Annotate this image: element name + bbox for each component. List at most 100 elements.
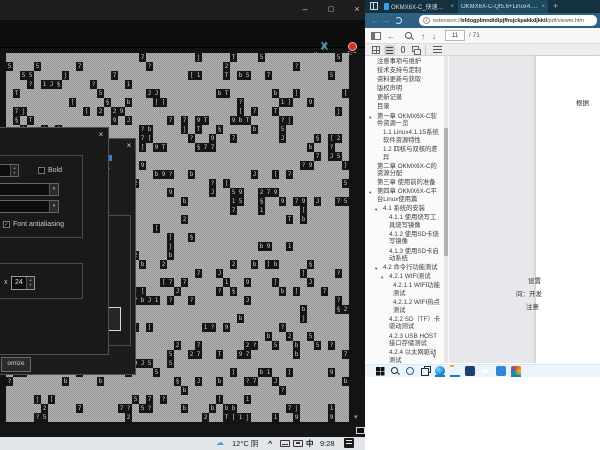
toc-item[interactable]: 4.1.1 使用烧写工具烧写镜像 xyxy=(365,214,443,229)
new-tab-button[interactable]: + xyxy=(553,1,558,12)
sidebar-scrollbar[interactable] xyxy=(444,56,448,363)
sidebar-more-icon[interactable]: ▾ xyxy=(433,354,436,360)
toc-item[interactable]: 4.2.3 USB HOST接口存储测试 xyxy=(365,333,443,348)
toc-item[interactable]: ▾4.2 命令行功能测试 xyxy=(365,264,443,272)
page-number-input[interactable]: 11 xyxy=(445,30,465,41)
scrollbar-thumb[interactable] xyxy=(444,128,448,256)
toc-item[interactable]: 4.2.2 SD（TF）卡驱动测试 xyxy=(365,316,443,331)
toc-caret-icon[interactable]: ▾ xyxy=(369,189,377,197)
noise-glyph: b xyxy=(97,377,104,386)
tab-close-icon[interactable]: × xyxy=(541,4,545,10)
tab-quickstart-manual[interactable]: OKMX6X-C_快速启动手册_V1.1 × xyxy=(381,0,457,13)
toc-caret-icon[interactable]: ▾ xyxy=(375,206,383,214)
toc-item[interactable]: 技术支持与定制 xyxy=(365,67,443,75)
ime-indicator[interactable]: 中 xyxy=(306,439,314,448)
attachments-icon[interactable] xyxy=(401,46,405,53)
current-outline-item-icon[interactable] xyxy=(433,46,442,54)
noise-glyph xyxy=(244,143,251,152)
sidebar-toggle-icon[interactable] xyxy=(371,32,381,40)
xserver-titlebar[interactable]: – ▢ × xyxy=(0,0,365,20)
toc-item[interactable]: 注意事项与维护 xyxy=(365,58,443,66)
toc-item[interactable]: ▾4.2.1 WIFI测试 xyxy=(365,273,443,281)
toc-item[interactable]: 目录 xyxy=(365,103,443,111)
weather-temp[interactable]: 12°C 阴 xyxy=(232,439,258,448)
noise-glyph xyxy=(202,98,209,107)
toc-item[interactable]: 4.1.2 使用SD卡烧写镜像 xyxy=(365,231,443,246)
spinner-arrows-icon[interactable]: ▴▾ xyxy=(10,165,18,176)
toc-item[interactable]: 4.2.1.2 WIFI热点测试 xyxy=(365,299,443,314)
spinner-arrows-icon[interactable]: ▴▾ xyxy=(26,277,34,289)
pdf-viewport[interactable]: 根据 设置 间：开发 注意 xyxy=(449,56,600,363)
pdf-back-icon[interactable]: ← xyxy=(387,32,395,41)
refresh-icon[interactable] xyxy=(395,17,402,24)
toc-item[interactable]: 第二章 OKMX6X-C的资源分配 xyxy=(365,163,443,178)
noise-glyph xyxy=(132,80,139,89)
noise-glyph xyxy=(272,350,279,359)
dialog-close-button[interactable]: × xyxy=(124,141,134,150)
monitor-icon xyxy=(356,427,365,434)
touch-keyboard-icon[interactable] xyxy=(280,440,290,447)
customize-button[interactable]: omize xyxy=(1,357,31,372)
dropdown-arrow-icon[interactable]: ▾ xyxy=(49,184,58,195)
hidden-icons-chevron[interactable]: ^ xyxy=(268,439,272,448)
info-icon[interactable] xyxy=(423,17,430,24)
toc-item[interactable]: ▾第四章 OKMX6X-C平台Linux使用篇 xyxy=(365,188,443,203)
outline-view-button[interactable] xyxy=(384,45,395,55)
terminal-scrollbar[interactable]: ▾ xyxy=(352,53,364,425)
noise-glyph xyxy=(188,215,195,224)
noise-glyph xyxy=(286,143,293,152)
close-button[interactable]: × xyxy=(348,4,366,16)
page-up-icon[interactable]: ↑ xyxy=(421,32,425,41)
dialog-close-button[interactable]: × xyxy=(96,130,106,139)
toc-item[interactable]: 4.1.3 使用SD卡启动系统 xyxy=(365,248,443,263)
app-navy-icon[interactable] xyxy=(465,366,475,376)
noise-glyph xyxy=(293,125,300,134)
font-family-dropdown[interactable]: ▾ xyxy=(0,183,59,196)
font-size-spinner[interactable]: 0 ▴▾ xyxy=(0,164,19,177)
toc-item[interactable]: 1.1 Linux4.1.15系统软件资源特性 xyxy=(365,129,443,144)
defender-icon[interactable] xyxy=(496,366,506,376)
noise-glyph xyxy=(146,314,153,323)
scroll-down-icon[interactable]: ▾ xyxy=(354,413,358,421)
noise-glyph xyxy=(62,62,69,71)
back-icon[interactable]: ← xyxy=(371,16,379,25)
antialiasing-checkbox[interactable] xyxy=(3,221,10,228)
page-down-icon[interactable]: ↓ xyxy=(432,32,436,41)
size-spinner[interactable]: 24 ▴▾ xyxy=(11,276,35,290)
maximize-button[interactable]: ▢ xyxy=(322,4,340,16)
focused-button[interactable] xyxy=(108,307,121,331)
minimize-button[interactable]: – xyxy=(296,4,314,16)
toc-item[interactable]: 版权声明 xyxy=(365,85,443,93)
noise-glyph xyxy=(202,377,209,386)
font-style-dropdown[interactable]: ▾ xyxy=(0,200,59,213)
tab-close-icon[interactable]: × xyxy=(450,4,454,10)
toc-item[interactable]: 4.2.4 以太网驱动测试 xyxy=(365,349,443,363)
display-icon[interactable] xyxy=(293,440,303,447)
toc-item[interactable]: 第三章 使用前的准备 xyxy=(365,179,443,187)
window-tile-icon[interactable] xyxy=(370,2,378,10)
bold-checkbox[interactable] xyxy=(38,167,45,174)
forward-icon[interactable]: → xyxy=(382,16,390,25)
toc-item[interactable]: 资料更新与获取 xyxy=(365,76,443,84)
toc-caret-icon[interactable]: ▾ xyxy=(369,114,377,122)
weather-icon[interactable]: ☁ xyxy=(216,438,224,447)
noise-glyph xyxy=(195,404,202,413)
tab-user-manual[interactable]: OKMX6X-C-Qt5.6+Linux4.1.15-… × xyxy=(458,0,548,13)
toc-item[interactable]: 更新记录 xyxy=(365,94,443,102)
dropdown-arrow-icon[interactable]: ▾ xyxy=(49,201,58,212)
toc-item[interactable]: 4.2.1.1 WIFI功能测试 xyxy=(365,282,443,297)
noise-glyph xyxy=(181,80,188,89)
noise-glyph xyxy=(328,80,335,89)
toc-caret-icon[interactable]: ▾ xyxy=(375,265,383,273)
toc-item[interactable]: ▾4.1 系统的安装 xyxy=(365,205,443,213)
noise-glyph xyxy=(216,323,223,332)
action-center-icon[interactable] xyxy=(344,438,354,448)
noise-glyph: b xyxy=(181,404,188,413)
toc-caret-icon[interactable]: ▾ xyxy=(381,274,389,282)
find-icon[interactable] xyxy=(405,32,414,41)
toc-item[interactable]: ▾第一章 OKMX6X-C软件资源一览 xyxy=(365,113,443,128)
url-input[interactable]: extension://bfdogplmndidlpjfhojckpakkdjk… xyxy=(419,15,597,26)
thumbnails-view-icon[interactable] xyxy=(372,46,380,54)
clock[interactable]: 9:28 xyxy=(320,439,335,448)
toc-item[interactable]: 1.2 四核与双核的差异 xyxy=(365,146,443,161)
